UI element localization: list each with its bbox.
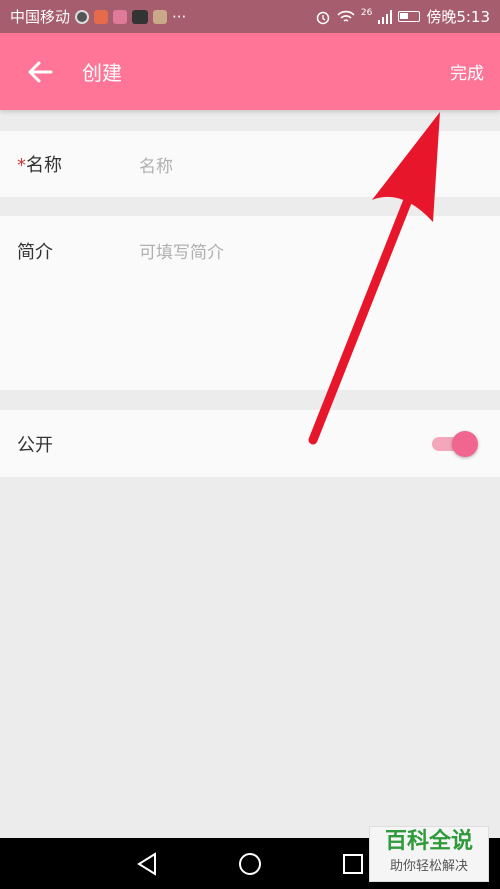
name-label-text: 名称 <box>26 155 62 176</box>
app-notification-icon <box>75 9 90 24</box>
public-toggle[interactable] <box>432 431 478 457</box>
watermark-subtitle: 助你轻松解决 <box>389 859 468 874</box>
intro-row: 简介 可填写简介 <box>0 216 500 390</box>
app-notification-icon <box>113 9 128 24</box>
clock-label: 傍晚5:13 <box>426 8 490 26</box>
back-button[interactable] <box>20 52 60 92</box>
intro-label: 简介 <box>17 242 53 263</box>
alarm-icon <box>316 11 330 24</box>
public-row: 公开 <box>0 410 500 477</box>
signal-icon <box>378 9 393 24</box>
battery-icon <box>398 11 421 22</box>
done-button[interactable]: 完成 <box>450 59 484 84</box>
home-nav-button[interactable] <box>235 849 265 879</box>
intro-input[interactable]: 可填写简介 <box>139 238 224 264</box>
arrow-left-icon <box>28 61 53 82</box>
name-row: *名称 名称 <box>0 131 500 197</box>
circle-home-icon <box>238 852 261 875</box>
triangle-back-icon <box>136 851 156 876</box>
more-notifications-icon: ··· <box>172 7 187 26</box>
name-label: *名称 <box>17 151 139 177</box>
back-nav-button[interactable] <box>132 849 162 879</box>
network-type-label: 26 <box>360 7 373 18</box>
public-label: 公开 <box>17 434 53 456</box>
wifi-icon <box>337 10 355 22</box>
required-mark: * <box>17 155 26 176</box>
app-notification-icon <box>153 9 168 24</box>
recents-nav-button[interactable] <box>338 849 368 879</box>
status-bar: 中国移动 ··· 26 傍晚5:13 <box>0 0 500 33</box>
app-notification-icon <box>132 9 149 24</box>
app-notification-icon <box>94 9 109 24</box>
page-title: 创建 <box>82 61 122 85</box>
watermark-logo: 百科全说 助你轻松解决 <box>369 826 489 882</box>
carrier-label: 中国移动 <box>10 8 71 26</box>
app-bar: 创建 完成 <box>0 33 500 110</box>
name-input[interactable]: 名称 <box>139 152 173 177</box>
toggle-thumb <box>452 431 478 457</box>
watermark-title: 百科全说 <box>384 829 473 854</box>
square-recents-icon <box>343 853 364 874</box>
